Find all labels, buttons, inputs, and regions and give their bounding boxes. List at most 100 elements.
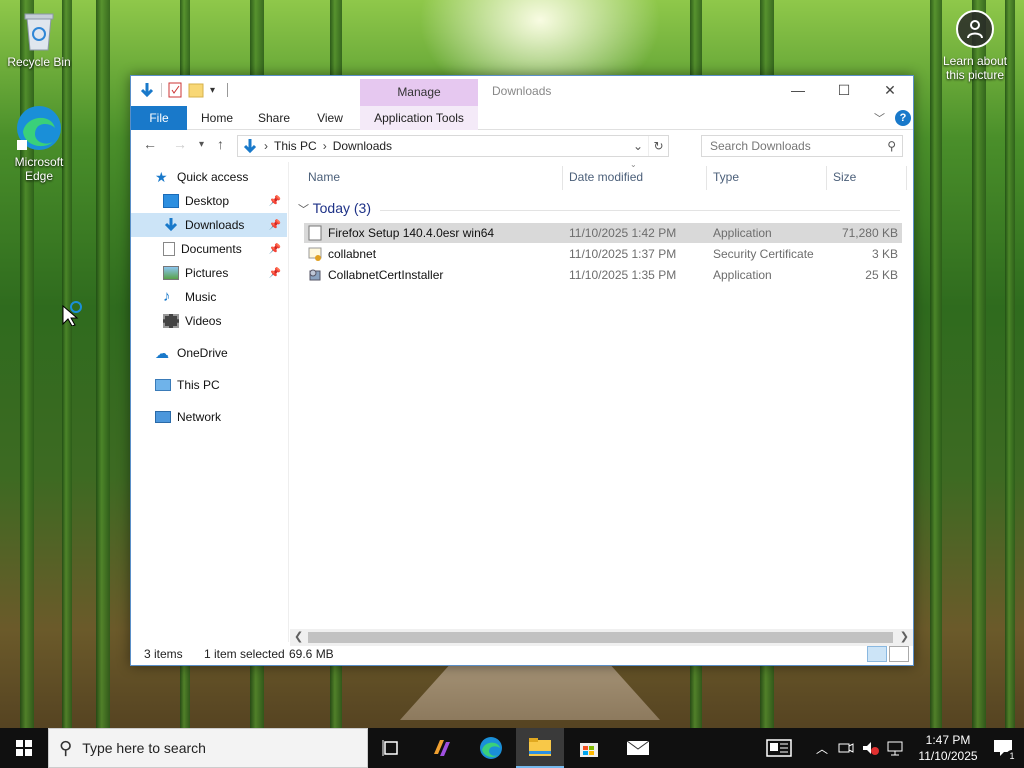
ribbon-expand-icon[interactable]: ﹀ bbox=[874, 110, 885, 126]
nav-quick-access[interactable]: ★ Quick access bbox=[131, 165, 287, 189]
network-tray-icon[interactable] bbox=[886, 728, 904, 768]
downloads-location-icon bbox=[243, 139, 257, 154]
tab-application-tools[interactable]: Application Tools bbox=[360, 106, 478, 130]
search-icon: ⚲ bbox=[59, 737, 73, 758]
downloads-folder-icon bbox=[164, 218, 178, 232]
close-button[interactable]: ✕ bbox=[867, 76, 913, 106]
large-icons-view-icon[interactable] bbox=[889, 646, 909, 662]
network-icon bbox=[155, 411, 171, 423]
edge-icon bbox=[480, 737, 502, 759]
notification-center-button[interactable]: 1 bbox=[992, 738, 1018, 762]
camera-icon bbox=[956, 10, 994, 48]
breadcrumb-this-pc[interactable]: This PC bbox=[274, 139, 317, 153]
column-header-name[interactable]: Name bbox=[308, 170, 340, 184]
file-name: CollabnetCertInstaller bbox=[328, 268, 444, 282]
properties-icon[interactable] bbox=[168, 82, 182, 98]
show-hidden-icons-icon[interactable]: ︿ bbox=[816, 728, 828, 768]
group-header-today[interactable]: ﹀ Today (3) bbox=[298, 200, 900, 217]
file-type: Application bbox=[713, 226, 772, 240]
refresh-icon[interactable]: ↻ bbox=[648, 136, 668, 156]
status-selected: 1 item selected bbox=[204, 647, 285, 661]
nav-music[interactable]: ♪ Music bbox=[131, 285, 287, 309]
up-icon[interactable]: ↑ bbox=[217, 136, 224, 152]
breadcrumb-downloads[interactable]: Downloads bbox=[333, 139, 392, 153]
nav-label: OneDrive bbox=[177, 346, 228, 360]
navigation-pane: ★ Quick access Desktop 📌 Downloads 📌 Doc… bbox=[131, 162, 289, 642]
desktop-icon-label: Recycle Bin bbox=[7, 55, 71, 69]
news-widget-button[interactable] bbox=[766, 728, 792, 768]
scroll-left-icon[interactable]: ❮ bbox=[294, 630, 303, 643]
desktop-icon-recycle-bin[interactable]: Recycle Bin bbox=[1, 10, 77, 69]
desktop-icon-edge[interactable]: Microsoft Edge bbox=[1, 104, 77, 183]
nav-downloads[interactable]: Downloads 📌 bbox=[131, 213, 287, 237]
status-size: 69.6 MB bbox=[289, 647, 334, 661]
certificate-icon bbox=[308, 247, 322, 261]
maximize-button[interactable]: ☐ bbox=[821, 76, 867, 106]
nav-label: Videos bbox=[185, 314, 222, 328]
store-button[interactable] bbox=[565, 728, 613, 768]
news-icon bbox=[766, 739, 792, 757]
clock[interactable]: 1:47 PM 11/10/2025 bbox=[912, 732, 984, 764]
search-input[interactable]: Search Downloads ⚲ bbox=[701, 135, 903, 157]
window-title: Downloads bbox=[492, 84, 552, 98]
task-view-button[interactable] bbox=[368, 728, 416, 768]
start-button[interactable] bbox=[0, 728, 48, 768]
pin-icon: 📌 bbox=[268, 267, 281, 279]
learn-about-picture[interactable]: Learn about this picture bbox=[934, 10, 1016, 82]
address-dropdown-icon[interactable]: ⌄ bbox=[628, 136, 648, 156]
nav-onedrive[interactable]: ☁ OneDrive bbox=[131, 341, 287, 365]
tab-file[interactable]: File bbox=[131, 106, 187, 130]
nav-pictures[interactable]: Pictures 📌 bbox=[131, 261, 287, 285]
desktop-folder-icon bbox=[163, 194, 179, 208]
edge-taskbar-button[interactable] bbox=[467, 728, 515, 768]
qat-dropdown-icon[interactable]: ▾ bbox=[210, 85, 215, 96]
download-arrow-icon[interactable] bbox=[139, 82, 155, 98]
scrollbar-thumb[interactable] bbox=[308, 632, 893, 643]
file-name: collabnet bbox=[328, 247, 377, 261]
status-item-count: 3 items bbox=[144, 647, 183, 661]
tab-home[interactable]: Home bbox=[195, 106, 239, 130]
back-icon[interactable]: ← bbox=[143, 136, 157, 152]
meet-now-icon[interactable] bbox=[838, 728, 854, 768]
new-folder-icon[interactable] bbox=[188, 82, 204, 98]
tab-share[interactable]: Share bbox=[251, 106, 297, 130]
copilot-button[interactable] bbox=[418, 728, 466, 768]
file-name: Firefox Setup 140.4.0esr win64 bbox=[328, 226, 495, 240]
file-type: Security Certificate bbox=[713, 247, 814, 261]
minimize-button[interactable]: — bbox=[775, 76, 821, 106]
nav-label: Network bbox=[177, 410, 222, 424]
nav-videos[interactable]: Videos bbox=[131, 309, 287, 333]
file-row[interactable]: Firefox Setup 140.4.0esr win64 11/10/202… bbox=[304, 223, 902, 243]
desktop-icon-label: Microsoft Edge bbox=[14, 155, 64, 183]
pin-icon: 📌 bbox=[268, 243, 281, 255]
nav-this-pc[interactable]: This PC bbox=[131, 373, 287, 397]
mail-icon bbox=[626, 740, 650, 755]
help-icon[interactable]: ? bbox=[895, 110, 911, 126]
address-bar[interactable]: › This PC › Downloads ⌄ ↻ bbox=[237, 135, 669, 157]
taskbar-search-input[interactable]: ⚲ Type here to search bbox=[48, 728, 368, 768]
nav-desktop[interactable]: Desktop 📌 bbox=[131, 189, 287, 213]
nav-network[interactable]: Network bbox=[131, 405, 287, 429]
column-header-date[interactable]: Date modified bbox=[569, 170, 643, 184]
computer-icon bbox=[155, 379, 171, 391]
pin-icon: 📌 bbox=[268, 219, 281, 231]
scroll-right-icon[interactable]: ❯ bbox=[900, 630, 909, 643]
tab-manage[interactable]: Manage bbox=[360, 79, 478, 106]
mail-button[interactable] bbox=[614, 728, 662, 768]
file-row[interactable]: collabnet 11/10/2025 1:37 PM Security Ce… bbox=[304, 244, 902, 264]
forward-icon[interactable]: → bbox=[173, 136, 187, 152]
copilot-icon bbox=[434, 740, 450, 756]
music-note-icon: ♪ bbox=[163, 288, 171, 305]
column-header-size[interactable]: Size bbox=[833, 170, 856, 184]
nav-label: Pictures bbox=[185, 266, 229, 280]
search-placeholder: Search Downloads bbox=[710, 139, 811, 153]
details-view-icon[interactable] bbox=[867, 646, 887, 662]
file-explorer-taskbar-button[interactable] bbox=[516, 728, 564, 768]
recent-locations-icon[interactable]: ▾ bbox=[199, 139, 204, 150]
tab-view[interactable]: View bbox=[307, 106, 353, 130]
file-row[interactable]: CollabnetCertInstaller 11/10/2025 1:35 P… bbox=[304, 265, 902, 285]
column-header-type[interactable]: Type bbox=[713, 170, 739, 184]
volume-muted-icon[interactable] bbox=[861, 728, 879, 768]
nav-documents[interactable]: Documents 📌 bbox=[131, 237, 287, 261]
learn-label: Learn about this picture bbox=[942, 54, 1008, 82]
